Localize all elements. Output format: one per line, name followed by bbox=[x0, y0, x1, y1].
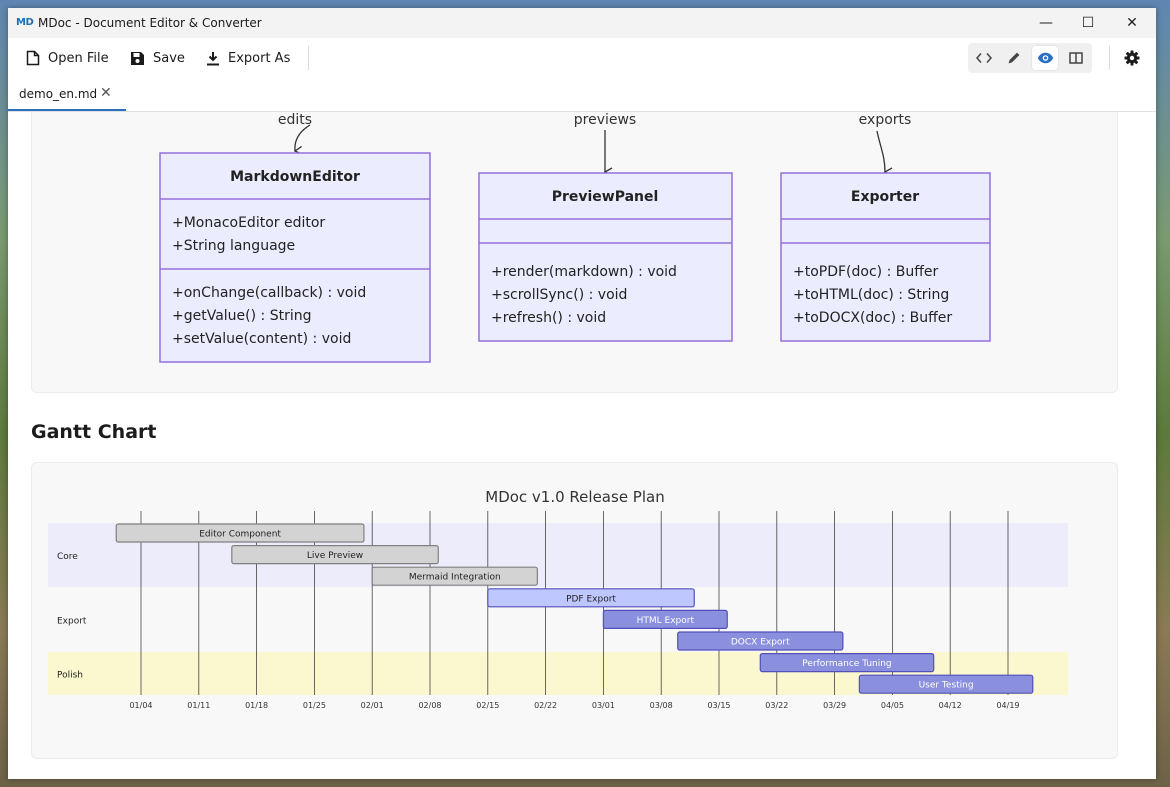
download-icon bbox=[207, 51, 219, 65]
x-tick-label: 01/04 bbox=[129, 701, 152, 710]
task-label: HTML Export bbox=[637, 616, 695, 626]
task-label: DOCX Export bbox=[731, 638, 790, 648]
toolbar: Open File Save Export As bbox=[8, 38, 1156, 79]
save-label: Save bbox=[153, 50, 185, 66]
task-label: Editor Component bbox=[199, 530, 281, 540]
tab-bar: demo_en.md ✕ bbox=[8, 78, 1156, 112]
relation-arrow bbox=[293, 124, 311, 155]
x-tick-label: 03/15 bbox=[707, 701, 730, 710]
preview-content: edits previews exports MarkdownEditor +M… bbox=[8, 112, 1156, 779]
relation-label: exports bbox=[859, 112, 912, 128]
class-name: PreviewPanel bbox=[552, 189, 659, 205]
x-tick-label: 02/01 bbox=[361, 701, 384, 710]
relation-label: previews bbox=[574, 112, 636, 128]
class-method: +scrollSync() : void bbox=[491, 287, 627, 303]
tab-label: demo_en.md bbox=[19, 87, 98, 101]
split-view-icon bbox=[1069, 52, 1083, 64]
tab-demo-en[interactable]: demo_en.md ✕ bbox=[8, 78, 126, 111]
task-label: Performance Tuning bbox=[802, 659, 891, 669]
x-tick-label: 03/22 bbox=[765, 701, 788, 710]
export-as-label: Export As bbox=[228, 50, 291, 66]
app-window: MD MDoc - Document Editor & Converter — … bbox=[8, 8, 1156, 779]
task-label: User Testing bbox=[919, 681, 974, 691]
app-logo: MD bbox=[16, 17, 34, 28]
class-method: +setValue(content) : void bbox=[172, 331, 351, 347]
window-title: MDoc - Document Editor & Converter bbox=[38, 16, 262, 30]
x-tick-label: 02/08 bbox=[418, 701, 441, 710]
x-tick-label: 03/08 bbox=[650, 701, 673, 710]
x-tick-label: 04/12 bbox=[939, 701, 962, 710]
x-tick-label: 03/01 bbox=[592, 701, 615, 710]
class-diagram: edits previews exports MarkdownEditor +M… bbox=[159, 112, 991, 363]
task-label: Live Preview bbox=[307, 551, 363, 561]
class-name: MarkdownEditor bbox=[230, 169, 360, 185]
edit-view-button[interactable] bbox=[1001, 46, 1027, 70]
tab-close-icon[interactable]: ✕ bbox=[100, 85, 112, 101]
x-tick-label: 01/25 bbox=[303, 701, 326, 710]
open-file-label: Open File bbox=[48, 50, 109, 66]
settings-button[interactable] bbox=[1120, 46, 1144, 70]
code-icon bbox=[976, 53, 992, 63]
open-file-button[interactable]: Open File bbox=[26, 46, 109, 70]
toolbar-divider bbox=[1109, 46, 1110, 70]
source-view-button[interactable] bbox=[971, 46, 997, 70]
minimize-button[interactable]: — bbox=[1024, 8, 1068, 38]
section-label: Export bbox=[57, 617, 87, 627]
close-button[interactable]: ✕ bbox=[1110, 8, 1154, 38]
title-bar: MD MDoc - Document Editor & Converter — … bbox=[8, 8, 1156, 38]
x-tick-label: 02/15 bbox=[476, 701, 499, 710]
preview-view-button[interactable] bbox=[1032, 46, 1058, 70]
x-tick-label: 03/29 bbox=[823, 701, 846, 710]
vertical-scrollbar[interactable]: ▲ ▼ bbox=[1140, 112, 1156, 779]
gear-icon bbox=[1124, 50, 1140, 66]
pencil-icon bbox=[1008, 52, 1020, 64]
x-tick-label: 01/11 bbox=[187, 701, 210, 710]
file-icon bbox=[26, 50, 40, 66]
task-label: PDF Export bbox=[566, 594, 616, 604]
x-tick-label: 04/05 bbox=[881, 701, 904, 710]
maximize-button[interactable]: ☐ bbox=[1066, 8, 1110, 38]
class-method: +render(markdown) : void bbox=[491, 264, 677, 280]
relation-label: edits bbox=[278, 112, 312, 128]
class-method: +refresh() : void bbox=[491, 310, 606, 326]
class-attribute: +MonacoEditor editor bbox=[172, 215, 325, 231]
class-diagram-panel: edits previews exports MarkdownEditor +M… bbox=[31, 112, 1118, 393]
chart-title: MDoc v1.0 Release Plan bbox=[485, 488, 664, 506]
class-name: Exporter bbox=[851, 189, 919, 205]
x-tick-label: 01/18 bbox=[245, 701, 268, 710]
section-label: Polish bbox=[57, 671, 83, 681]
toolbar-divider bbox=[308, 46, 309, 70]
class-box-exporter: Exporter +toPDF(doc) : Buffer +toHTML(do… bbox=[780, 172, 991, 342]
export-as-button[interactable]: Export As bbox=[206, 46, 290, 70]
gantt-heading: Gantt Chart bbox=[31, 421, 157, 443]
gantt-panel: MDoc v1.0 Release Plan Core Export Polish 0… bbox=[31, 462, 1118, 759]
gantt-chart: MDoc v1.0 Release Plan Core Export Polish 0… bbox=[48, 488, 1068, 710]
task-label: Mermaid Integration bbox=[409, 573, 501, 583]
class-attribute: +String language bbox=[172, 238, 295, 254]
class-method: +getValue() : String bbox=[172, 308, 312, 324]
class-method: +toHTML(doc) : String bbox=[793, 287, 949, 303]
section-label: Core bbox=[57, 552, 78, 562]
save-button[interactable]: Save bbox=[130, 46, 185, 70]
class-method: +toPDF(doc) : Buffer bbox=[793, 264, 938, 280]
x-tick-label: 02/22 bbox=[534, 701, 557, 710]
class-method: +toDOCX(doc) : Buffer bbox=[793, 310, 952, 326]
relation-arrow bbox=[876, 130, 893, 177]
x-tick-label: 04/19 bbox=[996, 701, 1019, 710]
class-method: +onChange(callback) : void bbox=[172, 285, 366, 301]
eye-icon bbox=[1037, 52, 1053, 64]
class-box-preview-panel: PreviewPanel +render(markdown) : void +s… bbox=[478, 172, 733, 342]
split-view-button[interactable] bbox=[1063, 46, 1089, 70]
view-mode-group bbox=[968, 43, 1092, 73]
class-box-markdown-editor: MarkdownEditor +MonacoEditor editor +Str… bbox=[159, 152, 431, 363]
save-icon bbox=[131, 51, 144, 65]
